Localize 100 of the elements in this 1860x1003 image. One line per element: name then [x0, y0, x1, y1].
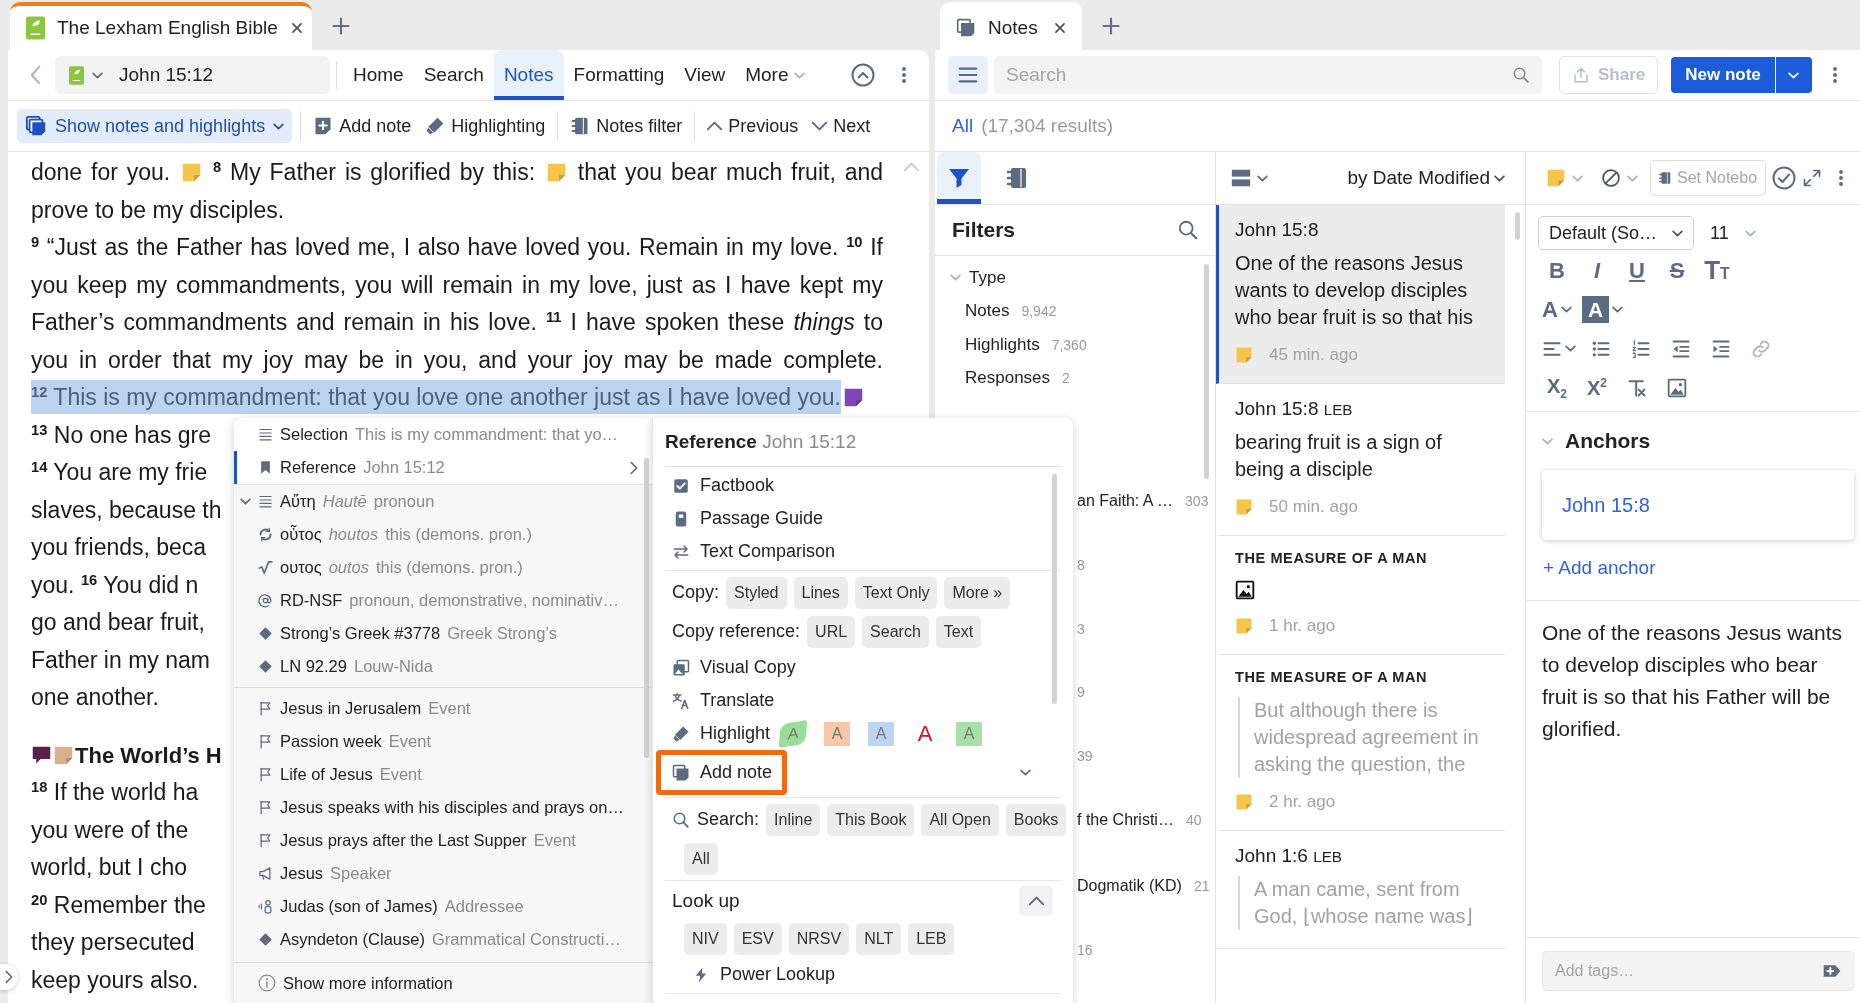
note-card[interactable]: THE MEASURE OF A MAN But although there is widespread agreement in asking the question, the 2 hr. ago	[1216, 655, 1505, 831]
option-button[interactable]: All	[684, 842, 718, 875]
menu-item[interactable]: Visual Copy	[656, 651, 811, 684]
menu-item[interactable]: Jesus in Jerusalem Event	[234, 692, 652, 725]
option-button[interactable]: ESV	[733, 922, 782, 955]
menu-tab[interactable]: Notes	[493, 50, 564, 100]
note-card[interactable]: John 15:8 LEB bearing fruit is a sign of being a disciple 50 min. ago	[1216, 384, 1505, 536]
menu-item[interactable]: Judas (son of James) Addressee	[234, 890, 652, 923]
kebab-menu-icon[interactable]	[901, 65, 907, 85]
font-select[interactable]: Default (So…	[1538, 216, 1694, 250]
close-icon[interactable]	[289, 21, 304, 35]
option-button[interactable]: LEB	[908, 922, 955, 955]
plus-icon[interactable]	[331, 16, 351, 36]
format-button[interactable]: TT	[1698, 253, 1736, 288]
reference-field[interactable]: John 15:12	[55, 56, 330, 94]
menu-item[interactable]: Αὔτη Hautē pronoun	[234, 485, 652, 518]
scrollbar-thumb[interactable]	[1515, 212, 1520, 240]
option-button[interactable]: Lines	[793, 576, 848, 609]
filter-item[interactable]: an Faith: A … 303	[1077, 492, 1209, 510]
document-tab[interactable]: Notes	[940, 2, 1082, 50]
note-body[interactable]: One of the reasons Jesus wants to develop disciples who bear fruit is so that his Father will be glorified.	[1542, 617, 1850, 745]
caret-icon[interactable]	[1257, 174, 1268, 182]
search-icon[interactable]	[1177, 219, 1199, 241]
option-button[interactable]: URL	[807, 615, 856, 648]
menu-item[interactable]: Add note	[656, 750, 788, 795]
kebab-menu-icon[interactable]	[1838, 168, 1844, 188]
filter-item[interactable]: Responses 2	[965, 368, 1070, 389]
option-button[interactable]: Text Only	[854, 576, 938, 609]
format-button[interactable]: U	[1618, 253, 1656, 288]
list-view-icon[interactable]	[1230, 167, 1252, 189]
menu-item[interactable]: Asyndeton (Clause) Grammatical Constructi…	[234, 923, 652, 956]
dropdown-button[interactable]	[1775, 57, 1812, 93]
toolbar-button[interactable]: Previous	[703, 109, 803, 143]
filter-group[interactable]: Type	[969, 267, 1006, 288]
menu-item[interactable]: Power Lookup	[676, 958, 851, 991]
menu-item[interactable]: LN 92.29 Louw-Nida	[234, 650, 652, 683]
menu-item[interactable]: ουτος outos this (demons. pron.)	[234, 551, 652, 584]
menu-tab[interactable]: More	[735, 50, 816, 100]
add-anchor-link[interactable]: + Add anchor	[1543, 557, 1656, 579]
expand-sidebar-button[interactable]	[0, 964, 18, 990]
menu-item[interactable]: Strong’s Greek #3778 Greek Strong’s	[234, 617, 652, 650]
highlight-color-button[interactable]: A	[912, 721, 939, 746]
no-symbol-icon[interactable]	[1601, 168, 1621, 188]
collapse-button[interactable]	[1019, 886, 1053, 916]
caret-icon[interactable]	[92, 71, 103, 79]
filter-item[interactable]: Notes 9,942	[965, 301, 1057, 322]
format-button[interactable]: X$^{2}$	[1578, 370, 1616, 405]
format-button[interactable]: A	[1578, 292, 1627, 327]
toolbar-button[interactable]: Notes filter	[566, 109, 687, 143]
notes-display-dropdown[interactable]: Show notes and highlights	[17, 109, 293, 143]
menu-item[interactable]: Selection This is my commandment: that yo…	[234, 418, 652, 451]
format-button[interactable]: B	[1538, 253, 1576, 288]
menu-button[interactable]	[948, 56, 988, 94]
scrollbar-thumb[interactable]	[644, 458, 649, 758]
option-button[interactable]: Text	[935, 615, 982, 648]
menu-tab[interactable]: Home	[343, 50, 414, 100]
format-button[interactable]: S	[1658, 253, 1696, 288]
option-button[interactable]: Search	[862, 615, 929, 648]
scope-link[interactable]: All	[952, 115, 974, 137]
menu-tab[interactable]: Search	[413, 50, 494, 100]
option-button[interactable]: Books	[1005, 803, 1067, 836]
menu-item[interactable]: Life of Jesus Event	[234, 758, 652, 791]
sidebar-tab[interactable]	[937, 152, 981, 204]
option-button[interactable]: Styled	[726, 576, 787, 609]
format-button[interactable]: I	[1578, 253, 1616, 288]
caret-icon[interactable]	[1020, 769, 1031, 776]
note-card[interactable]: John 15:8 One of the reasons Jesus wants to develop disciples who bear fruit is so that his 45 min. ago	[1216, 205, 1505, 384]
expand-icon[interactable]	[1802, 168, 1822, 188]
menu-item[interactable]: Passage Guide	[656, 502, 839, 535]
font-size-select[interactable]: 11	[1704, 222, 1762, 244]
note-card[interactable]: John 1:6 LEB A man came, sent from God, ⌊whose name was⌋	[1216, 831, 1505, 949]
search-field[interactable]: Search	[994, 56, 1506, 94]
menu-item[interactable]: Factbook	[656, 469, 790, 502]
option-button[interactable]: This Book	[827, 803, 915, 836]
menu-item[interactable]: Text Comparison	[656, 535, 851, 568]
scrollbar-thumb[interactable]	[1204, 264, 1209, 479]
toolbar-button[interactable]: Add note	[309, 109, 416, 143]
sticky-note-icon[interactable]	[842, 387, 864, 408]
menu-item[interactable]: Jesus Speaker	[234, 857, 652, 890]
option-button[interactable]: NIV	[684, 922, 727, 955]
menu-item[interactable]: Show more information	[234, 963, 467, 1003]
anchor-link[interactable]: John 15:8	[1562, 493, 1650, 517]
filter-item[interactable]: f the Christi… 40	[1077, 811, 1202, 830]
new-note-button[interactable]: New note	[1671, 57, 1775, 93]
kebab-menu-icon[interactable]	[1831, 65, 1838, 85]
menu-item[interactable]: οὗτος houtos this (demons. pron.)	[234, 518, 652, 551]
sort-dropdown[interactable]: by Date Modified	[1347, 167, 1505, 189]
menu-item[interactable]: RD-NSF pronoun, demonstrative, nominativ…	[234, 584, 652, 617]
option-button[interactable]: All Open	[921, 803, 999, 836]
scrollbar-thumb[interactable]	[1052, 474, 1057, 704]
menu-tab[interactable]: View	[674, 50, 736, 100]
document-tab[interactable]: The Lexham English Bible	[10, 2, 312, 50]
filter-item[interactable]: Dogmatik (KD) 21	[1077, 876, 1210, 895]
menu-item[interactable]: Jesus prays after the Last Supper Event	[234, 824, 652, 857]
menu-item[interactable]: Jesus speaks with his disciples and prays on…	[234, 791, 652, 824]
toolbar-button[interactable]: Next	[808, 109, 875, 143]
option-button[interactable]: Inline	[766, 803, 821, 836]
note-card[interactable]: THE MEASURE OF A MAN 1 hr. ago	[1216, 536, 1505, 655]
option-button[interactable]: More »	[944, 576, 1011, 609]
menu-item[interactable]: Passion week Event	[234, 725, 652, 758]
